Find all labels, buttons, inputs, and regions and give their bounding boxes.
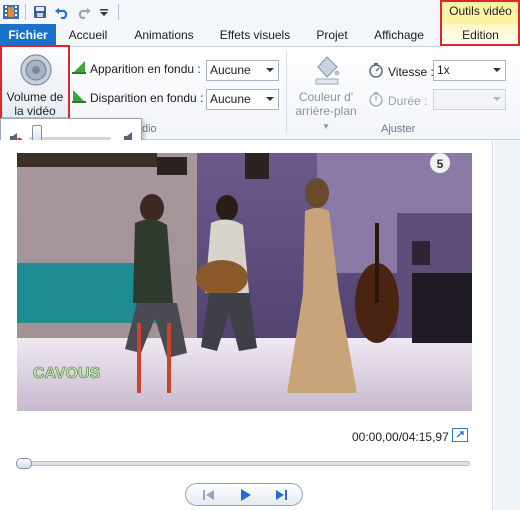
- speed-label: Vitesse :: [388, 64, 434, 79]
- speed-icon: [368, 62, 384, 81]
- chevron-down-icon: [266, 68, 274, 72]
- storyboard-pane-edge: [494, 140, 520, 510]
- play-icon[interactable]: [230, 486, 260, 504]
- duration-dropdown[interactable]: [433, 89, 506, 110]
- fade-out-label: Disparition en fondu :: [90, 90, 204, 105]
- duration-row: Durée :: [368, 91, 427, 110]
- fade-out-icon: [72, 89, 86, 106]
- video-watermark: CAVOUS: [33, 365, 101, 382]
- bg-color-label-2: arrière-plan: [295, 104, 357, 118]
- tab-visual-effects[interactable]: Effets visuels: [212, 24, 298, 47]
- video-preview[interactable]: 5 CAVOUS: [17, 153, 472, 411]
- fade-in-dropdown[interactable]: Aucune: [206, 60, 279, 81]
- highlight-volume-button: [0, 45, 70, 120]
- adjust-group-label: Ajuster: [381, 123, 416, 135]
- paint-bucket-icon: [312, 53, 342, 88]
- undo-icon[interactable]: [53, 3, 71, 21]
- next-frame-icon[interactable]: [266, 486, 296, 504]
- background-color-button[interactable]: Couleur d' arrière-plan ▼: [290, 51, 362, 131]
- seek-bar[interactable]: [17, 461, 470, 466]
- chevron-down-icon: [493, 68, 501, 72]
- channel-badge: 5: [437, 157, 444, 171]
- redo-icon[interactable]: [75, 3, 93, 21]
- fade-in-label: Apparition en fondu :: [90, 61, 201, 76]
- tab-view[interactable]: Affichage: [364, 24, 434, 47]
- fade-out-value: Aucune: [210, 92, 251, 106]
- chevron-down-icon: [266, 97, 274, 101]
- fullscreen-icon[interactable]: [452, 428, 468, 442]
- chevron-down-icon: ▼: [322, 122, 330, 131]
- highlight-edit-tab: [440, 0, 520, 46]
- app-icon[interactable]: [2, 3, 20, 21]
- speed-row: Vitesse :: [368, 62, 434, 81]
- fade-in-value: Aucune: [210, 63, 251, 77]
- fade-in-row: Apparition en fondu :: [72, 60, 201, 77]
- fade-out-row: Disparition en fondu :: [72, 89, 203, 106]
- duration-icon: [368, 91, 384, 110]
- group-separator: [286, 51, 287, 133]
- transport-controls: [185, 483, 303, 506]
- tab-home[interactable]: Accueil: [60, 24, 116, 47]
- playback-time: 00:00,00/04:15,97: [352, 430, 449, 444]
- speed-value: 1x: [437, 63, 450, 77]
- bg-color-label-1: Couleur d': [298, 90, 354, 104]
- audio-group-label: dio: [142, 123, 157, 135]
- tab-project[interactable]: Projet: [306, 24, 358, 47]
- duration-label: Durée :: [388, 93, 428, 108]
- save-icon[interactable]: [31, 3, 49, 21]
- chevron-down-icon: [493, 97, 501, 101]
- seek-thumb[interactable]: [16, 458, 32, 469]
- fade-out-dropdown[interactable]: Aucune: [206, 89, 279, 110]
- video-frame-image: 5 CAVOUS: [17, 153, 472, 411]
- tab-animations[interactable]: Animations: [126, 24, 202, 47]
- customize-qat-icon[interactable]: [95, 3, 113, 21]
- qat-separator: [25, 4, 26, 20]
- previous-frame-icon[interactable]: [194, 486, 224, 504]
- speed-dropdown[interactable]: 1x: [433, 60, 506, 81]
- fade-in-icon: [72, 60, 86, 77]
- qat-separator: [118, 4, 119, 20]
- tab-file[interactable]: Fichier: [0, 24, 56, 47]
